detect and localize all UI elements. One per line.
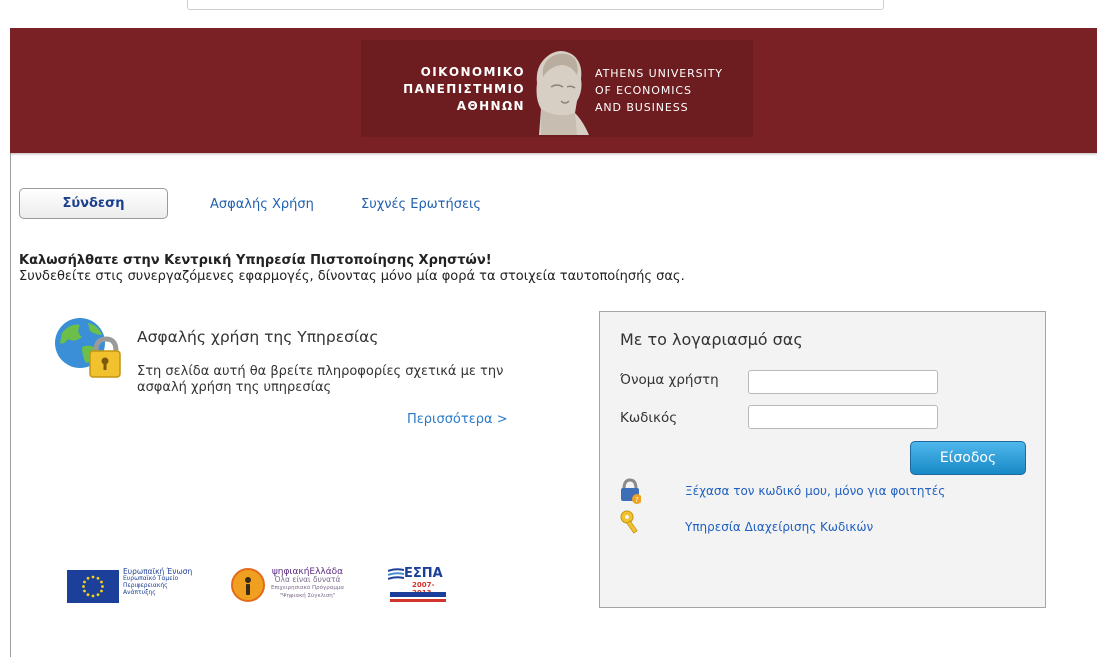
secure-use-description: Στη σελίδα αυτή θα βρείτε πληροφορίες σχ…	[137, 364, 504, 395]
eu-fund-logo[interactable]: Ευρωπαϊκή Ένωση Ευρωπαϊκό Ταμείο Περιφερ…	[67, 566, 207, 606]
logo-gr-line-3: ΑΘΗΝΩΝ	[456, 99, 525, 113]
espa-stripes-icon	[388, 568, 404, 580]
logo-greek-name: ΟΙΚΟΝΟΜΙΚΟ ΠΑΝΕΠΙΣΤΗΜΙΟ ΑΘΗΝΩΝ	[403, 64, 525, 115]
tab-faq[interactable]: Συχνές Ερωτήσεις	[361, 197, 481, 212]
more-link[interactable]: Περισσότερα >	[407, 412, 508, 427]
header-shadow	[10, 153, 1097, 156]
logo-gr-line-1: ΟΙΚΟΝΟΜΙΚΟ	[420, 65, 525, 79]
page: ΟΙΚΟΝΟΜΙΚΟ ΠΑΝΕΠΙΣΤΗΜΙΟ ΑΘΗΝΩΝ ATHENS UN…	[0, 0, 1097, 657]
digital-greece-text: ψηφιακήΕλλάδα Όλα είναι δυνατά Επιχειρησ…	[271, 568, 344, 600]
username-label: Όνομα χρήστη	[620, 372, 719, 388]
forgot-password-link[interactable]: Ξέχασα τον κωδικό μου, μόνο για φοιτητές	[685, 484, 945, 498]
university-logo[interactable]: ΟΙΚΟΝΟΜΙΚΟ ΠΑΝΕΠΙΣΤΗΜΙΟ ΑΘΗΝΩΝ ATHENS UN…	[361, 40, 753, 137]
lock-question-icon: ?	[621, 478, 641, 504]
browser-address-bar[interactable]	[187, 0, 884, 10]
espa-bar	[390, 592, 446, 597]
globe-lock-icon	[55, 318, 121, 378]
login-title: Με το λογαριασμό σας	[620, 330, 803, 349]
logo-english-name: ATHENS UNIVERSITY OF ECONOMICS AND BUSIN…	[595, 65, 723, 116]
browser-chrome	[0, 0, 1097, 26]
logo-en-line-3: AND BUSINESS	[595, 101, 689, 114]
login-button[interactable]: Είσοδος	[910, 441, 1026, 475]
key-icon	[620, 510, 638, 534]
eu-line-3: Περιφερειακής	[123, 582, 168, 589]
eu-line-1: Ευρωπαϊκή Ένωση	[123, 567, 193, 576]
eu-line-4: Ανάπτυξης	[123, 589, 156, 596]
tab-login[interactable]: Σύνδεση	[19, 188, 168, 219]
username-input[interactable]	[748, 370, 938, 394]
espa-logo[interactable]: ΕΣΠΑ 2007-2013	[388, 566, 448, 606]
hermes-bust-icon	[536, 51, 589, 135]
password-management-link[interactable]: Υπηρεσία Διαχείρισης Κωδικών	[685, 520, 873, 534]
tab-secure-use[interactable]: Ασφαλής Χρήση	[210, 197, 314, 212]
digital-greece-logo[interactable]: ψηφιακήΕλλάδα Όλα είναι δυνατά Επιχειρησ…	[231, 566, 351, 606]
login-panel: Με το λογαριασμό σας Όνομα χρήστη Κωδικό…	[599, 311, 1046, 608]
espa-bar-red	[390, 599, 446, 602]
digital-greece-badge-icon	[231, 568, 265, 602]
eu-fund-text: Ευρωπαϊκή Ένωση Ευρωπαϊκό Ταμείο Περιφερ…	[123, 568, 192, 596]
logo-gr-line-2: ΠΑΝΕΠΙΣΤΗΜΙΟ	[403, 82, 525, 96]
logo-en-line-1: ATHENS UNIVERSITY	[595, 67, 723, 80]
secure-use-title: Ασφαλής χρήση της Υπηρεσίας	[137, 328, 379, 346]
welcome-title: Καλωσήλθατε στην Κεντρική Υπηρεσία Πιστο…	[19, 253, 492, 268]
welcome-subtitle: Συνδεθείτε στις συνεργαζόμενες εφαρμογές…	[19, 269, 685, 284]
digital-line-3: Επιχειρησιακό Πρόγραμμα	[271, 585, 344, 591]
espa-title: ΕΣΠΑ	[404, 566, 443, 581]
digital-line-4: "Ψηφιακή Σύγκλιση"	[279, 593, 336, 599]
content-left-border	[10, 153, 11, 657]
password-input[interactable]	[748, 405, 938, 429]
site-header: ΟΙΚΟΝΟΜΙΚΟ ΠΑΝΕΠΙΣΤΗΜΙΟ ΑΘΗΝΩΝ ATHENS UN…	[10, 28, 1097, 153]
password-label: Κωδικός	[620, 410, 678, 426]
eu-line-2: Ευρωπαϊκό Ταμείο	[123, 575, 179, 582]
svg-text:?: ?	[635, 496, 639, 504]
eu-flag-icon	[67, 570, 119, 603]
logo-en-line-2: OF ECONOMICS	[595, 84, 692, 97]
digital-line-2: Όλα είναι δυνατά	[274, 575, 341, 584]
